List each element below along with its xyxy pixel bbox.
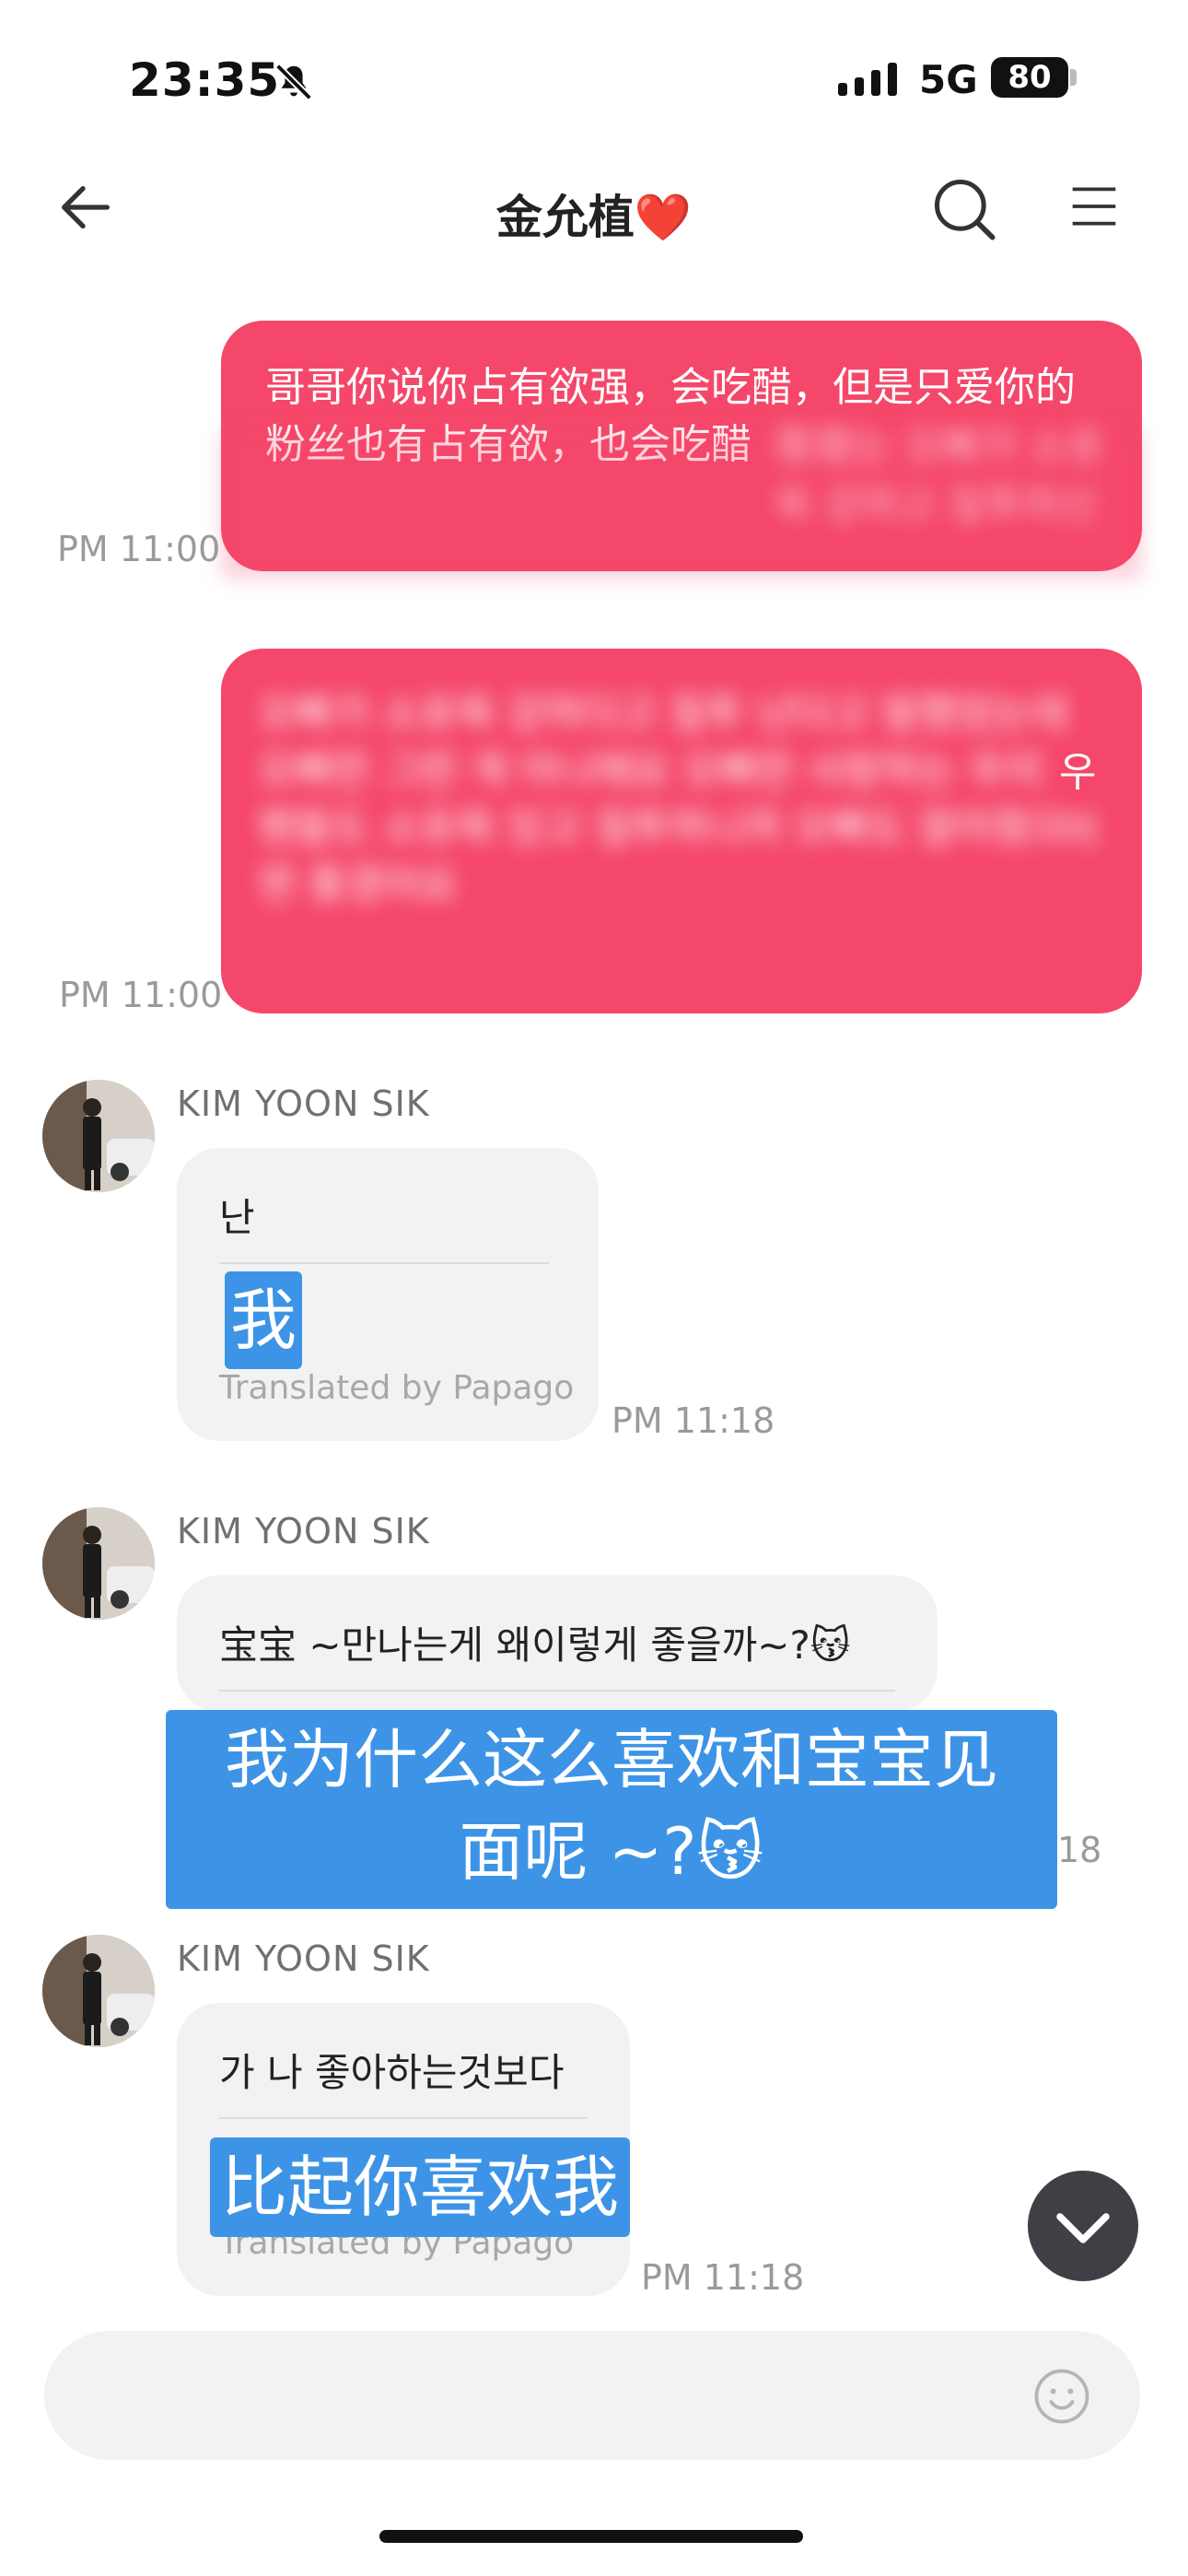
message-time: PM 11:00 xyxy=(59,975,223,1015)
translated-text-highlight: 比起你喜欢我 xyxy=(210,2137,631,2237)
battery-indicator: 80 xyxy=(991,57,1068,98)
chat-title: 金允植❤️ xyxy=(0,181,1188,247)
sender-name: KIM YOON SIK xyxy=(177,1938,430,1979)
sent-message-blurred-text: 오빠가 소유욕 강하다고 질투 난다고 말했었는데 오빠만 그런 게 아니에요 … xyxy=(258,690,1068,908)
sender-name: KIM YOON SIK xyxy=(177,1511,430,1551)
received-message-bubble[interactable]: 宝宝 ~만나는게 왜이렇게 좋을까~?😽 xyxy=(177,1575,938,1712)
translated-line-1: 我为什么这么喜欢和宝宝见 xyxy=(225,1722,998,1797)
network-type: 5G xyxy=(919,57,978,102)
privacy-blur xyxy=(221,431,1142,579)
chat-title-text: 金允植 xyxy=(495,191,635,244)
translation-divider xyxy=(219,2117,588,2119)
chevron-down-icon xyxy=(1056,2213,1110,2243)
scroll-to-bottom-button[interactable] xyxy=(1028,2171,1138,2281)
message-time: 18 xyxy=(1057,1830,1102,1870)
message-input[interactable] xyxy=(44,2331,1140,2460)
heart-emoji: ❤️ xyxy=(634,191,693,244)
translation-divider xyxy=(219,1690,895,1692)
cellular-signal-icon xyxy=(838,63,897,96)
original-text: 가 나 좋아하는것보다 xyxy=(219,2050,565,2095)
sent-message-bubble[interactable]: 오빠가 소유욕 강하다고 질투 난다고 말했었는데 오빠만 그런 게 아니에요 … xyxy=(221,649,1142,1013)
avatar-photo xyxy=(42,1507,155,1620)
translated-text-highlight: 我为什么这么喜欢和宝宝见 面呢 ~?😽 xyxy=(166,1710,1057,1909)
original-text: 宝宝 ~만나는게 왜이렇게 좋을까~?😽 xyxy=(219,1622,851,1668)
avatar[interactable] xyxy=(42,1935,155,2047)
sent-message-fragment: 이 xyxy=(1061,808,1099,855)
bell-muted-icon xyxy=(275,64,312,100)
avatar-photo xyxy=(42,1080,155,1192)
sender-name: KIM YOON SIK xyxy=(177,1083,430,1124)
message-time: PM 11:18 xyxy=(641,2257,805,2298)
sent-message-fragment: 우 xyxy=(1059,749,1097,796)
translation-divider xyxy=(219,1262,549,1264)
message-time: PM 11:00 xyxy=(57,529,221,569)
avatar[interactable] xyxy=(42,1507,155,1620)
menu-icon[interactable] xyxy=(1068,181,1120,232)
battery-cap xyxy=(1070,69,1077,86)
avatar-photo xyxy=(42,1935,155,2047)
emoji-icon[interactable] xyxy=(1031,2366,1092,2427)
status-time: 23:35 xyxy=(129,53,281,107)
translated-by-label: Translated by Papago xyxy=(219,1369,575,1407)
translated-line-2: 面呢 ~?😽 xyxy=(459,1814,764,1890)
original-text: 난 xyxy=(219,1195,255,1240)
translated-text-highlight: 我 xyxy=(225,1271,303,1369)
search-icon[interactable] xyxy=(928,173,998,243)
sent-message-bubble[interactable]: 哥哥你说你占有欲强，会吃醋，但是只爱你的粉丝也有占有欲，也会吃醋 哥哥는 오빠가… xyxy=(221,321,1142,579)
message-time: PM 11:18 xyxy=(611,1400,775,1441)
home-indicator[interactable] xyxy=(379,2530,803,2543)
avatar[interactable] xyxy=(42,1080,155,1192)
received-message-bubble[interactable]: 난 我 Translated by Papago xyxy=(177,1148,599,1441)
